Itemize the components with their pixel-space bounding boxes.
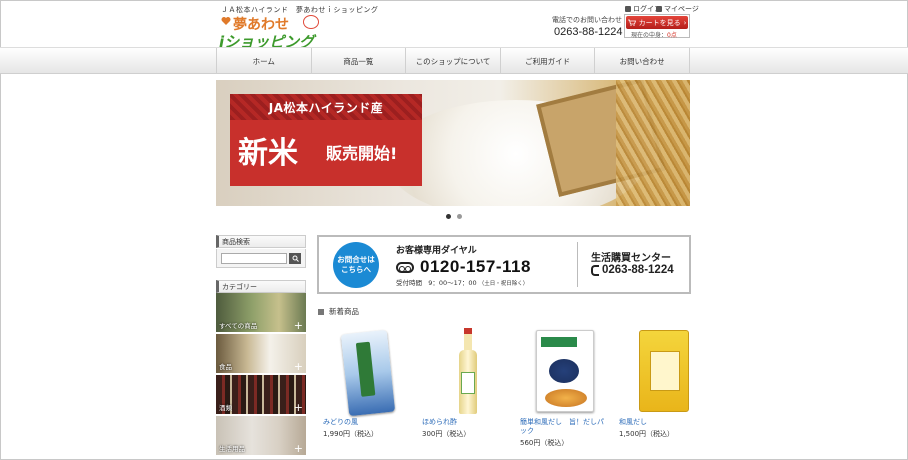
cart-icon xyxy=(627,19,636,26)
hours-note: （土日・祝日除く） xyxy=(478,281,529,287)
free-dial-number: 0120-157-118 xyxy=(420,257,531,276)
carousel-dot-2[interactable] xyxy=(457,214,462,219)
nav-home[interactable]: ホーム xyxy=(216,48,311,74)
plus-icon: + xyxy=(293,401,303,414)
category-label: 酒類 xyxy=(219,404,232,412)
product-image[interactable] xyxy=(422,326,512,414)
phone-icon xyxy=(591,264,599,276)
search-icon xyxy=(292,255,299,262)
hero-panel: JA松本ハイランド産 新米 販売開始! xyxy=(230,94,422,186)
center-name: 生活購買センター xyxy=(591,253,671,264)
search-heading: 商品検索 xyxy=(216,235,306,248)
cart-count: 0点 xyxy=(667,32,677,39)
product-image[interactable] xyxy=(520,326,610,414)
nav-products[interactable]: 商品一覧 xyxy=(310,48,406,74)
product-card[interactable]: ほめられ酢 300円（税込） xyxy=(422,326,512,439)
category-label: 生活用品 xyxy=(219,445,245,453)
category-food[interactable]: 食品 + xyxy=(216,334,306,374)
contact-phone: 0263-88-1224 xyxy=(554,26,623,38)
product-name[interactable]: 和風だし xyxy=(619,418,709,427)
call-label: お客様専用ダイヤル xyxy=(396,246,477,256)
view-cart-button[interactable]: カートを見る › xyxy=(626,16,688,29)
contact-label: 電話でのお問い合わせ xyxy=(552,16,622,24)
center-phone: 0263-88-1224 xyxy=(591,264,674,276)
category-label: 食品 xyxy=(219,363,232,371)
cart-box: カートを見る › 現在の中身：0点 xyxy=(624,14,690,39)
search-button[interactable] xyxy=(289,253,301,264)
hours-label: 受付時間 xyxy=(396,279,422,287)
contact-circle: お問合せは こちらへ xyxy=(333,242,379,288)
product-image[interactable] xyxy=(323,326,413,417)
user-icon xyxy=(656,6,662,12)
category-daily-goods[interactable]: 生活用品 + xyxy=(216,416,306,456)
view-cart-label: カートを見る xyxy=(638,18,681,27)
new-items-heading: 新着商品 xyxy=(318,306,359,317)
search-input[interactable] xyxy=(221,253,287,264)
product-card[interactable]: 簡単和風だし 旨！だしパック 560円（税込） xyxy=(520,326,610,448)
product-name[interactable]: みどりの風 xyxy=(323,418,413,427)
vinegar-bottle-image xyxy=(459,328,477,414)
square-bullet-icon xyxy=(318,308,324,315)
hero-sub: 販売開始! xyxy=(326,144,398,163)
nav-about[interactable]: このショップについて xyxy=(405,48,500,74)
new-items-title: 新着商品 xyxy=(329,307,359,316)
dashi-pack-image xyxy=(536,330,594,412)
wafu-dashi-image xyxy=(639,330,689,412)
hero-banner[interactable]: JA松本ハイランド産 新米 販売開始! xyxy=(216,80,690,206)
cart-status-label: 現在の中身 xyxy=(631,32,662,39)
carousel-dot-1[interactable] xyxy=(446,214,451,219)
product-name[interactable]: 簡単和風だし 旨！だしパック xyxy=(520,418,610,436)
category-alcohol[interactable]: 酒類 + xyxy=(216,375,306,415)
category-all[interactable]: すべての商品 + xyxy=(216,293,306,333)
mypage-label: マイページ xyxy=(664,5,699,13)
center-phone-number: 0263-88-1224 xyxy=(602,264,674,276)
nav-guide[interactable]: ご利用ガイド xyxy=(499,48,595,74)
hours-value: 9：00～17：00 xyxy=(428,279,477,287)
product-name[interactable]: ほめられ酢 xyxy=(422,418,512,427)
nav-contact[interactable]: お問い合わせ xyxy=(594,48,690,74)
product-price: 300円（税込） xyxy=(422,429,471,438)
mypage-link[interactable]: マイページ xyxy=(656,4,699,14)
category-label: すべての商品 xyxy=(219,322,258,330)
rice-stalks-image xyxy=(616,80,690,206)
plus-icon: + xyxy=(293,442,303,455)
search-box xyxy=(216,249,306,268)
free-dial: 0120-157-118 xyxy=(396,257,531,277)
product-price: 1,990円（税込） xyxy=(323,429,379,438)
site-logo[interactable]: 夢あわせ iショッピング xyxy=(219,14,329,51)
product-price: 1,500円（税込） xyxy=(619,429,675,438)
product-card[interactable]: 和風だし 1,500円（税込） xyxy=(619,326,709,439)
product-image[interactable] xyxy=(619,326,709,414)
divider xyxy=(577,242,578,287)
rice-bag-image xyxy=(340,329,396,417)
lock-icon xyxy=(625,6,631,12)
product-price: 560円（税込） xyxy=(520,438,569,447)
call-hours: 受付時間 9：00～17：00 （土日・祝日除く） xyxy=(396,277,528,287)
product-card[interactable]: みどりの風 1,990円（税込） xyxy=(323,326,413,439)
cart-status: 現在の中身：0点 xyxy=(631,32,677,39)
global-nav: ホーム 商品一覧 このショップについて ご利用ガイド お問い合わせ xyxy=(0,47,908,74)
mascot-icon xyxy=(303,15,319,29)
plus-icon: + xyxy=(293,319,303,332)
category-heading: カテゴリー xyxy=(216,280,306,293)
free-dial-icon xyxy=(396,261,414,273)
call-center-banner[interactable]: お問合せは こちらへ お客様専用ダイヤル 0120-157-118 受付時間 9… xyxy=(317,235,691,294)
heart-icon xyxy=(221,17,231,25)
hero-line-top: JA松本ハイランド産 xyxy=(268,100,384,115)
chevron-right-icon: › xyxy=(683,18,687,27)
hero-main: 新米 xyxy=(238,136,298,171)
carousel-dots xyxy=(446,214,462,219)
plus-icon: + xyxy=(293,360,303,373)
